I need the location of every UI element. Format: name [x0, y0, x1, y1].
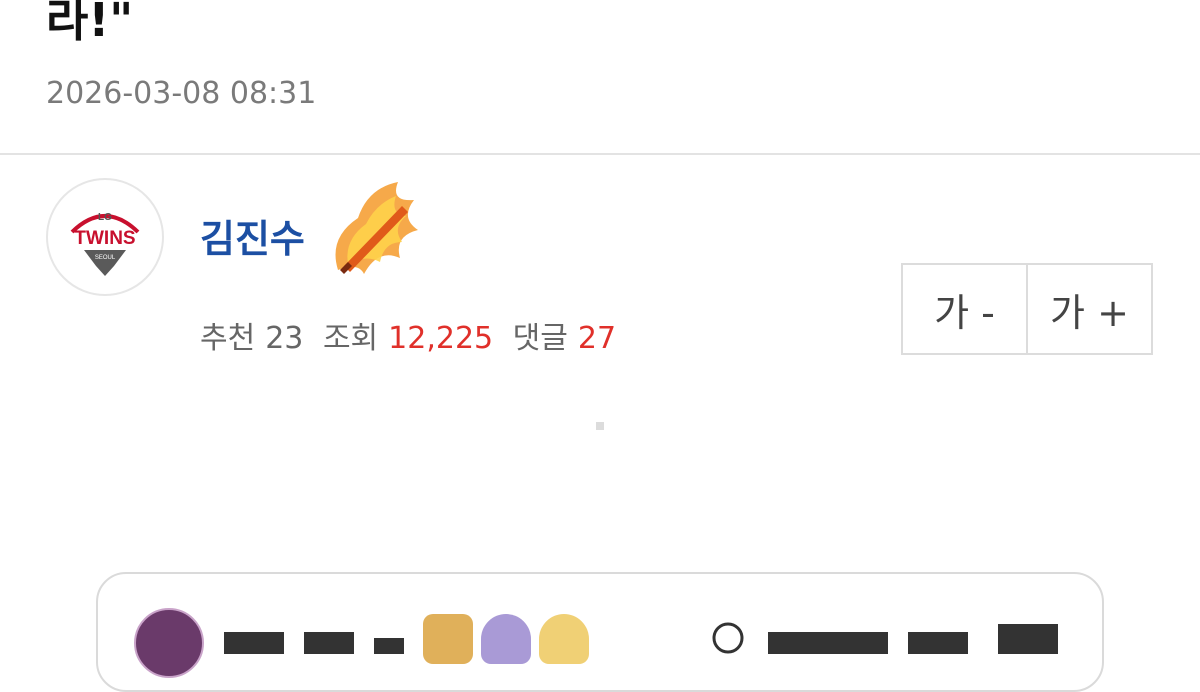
post-stats: 추천 23 조회 12,225 댓글 27 [200, 317, 626, 361]
article-datetime: 2026-03-08 08:31 [46, 76, 317, 111]
logo-sub-text: SEOUL [95, 255, 116, 261]
comments-count[interactable]: 27 [578, 321, 616, 356]
card-author-name [224, 614, 424, 654]
avatar[interactable]: LG TWINS SEOUL [46, 178, 164, 296]
font-decrease-button[interactable]: 가 - [903, 265, 1026, 353]
embedded-post-card[interactable] [96, 572, 1104, 692]
divider [0, 153, 1200, 155]
comments-label: 댓글 [512, 321, 568, 356]
recommend-count: 23 [265, 321, 304, 356]
article-title: 라!" [46, 0, 134, 47]
views-count: 12,225 [388, 321, 494, 356]
card-avatar[interactable] [134, 608, 204, 678]
font-increase-button[interactable]: 가 + [1026, 265, 1151, 353]
views-label: 조회 [322, 321, 379, 356]
font-size-controls: 가 - 가 + [901, 263, 1153, 355]
loading-dot [596, 422, 604, 430]
logo-twins-text: TWINS [74, 228, 135, 249]
card-meta [708, 614, 1088, 663]
author-name[interactable]: 김진수 [200, 214, 305, 264]
heart-yellow-icon [539, 614, 589, 664]
logo-lg-text: LG [98, 212, 112, 223]
heart-purple-icon [481, 614, 531, 664]
flaming-bat-icon [318, 178, 428, 288]
tiger-icon [423, 614, 473, 664]
lg-twins-logo-icon: LG TWINS SEOUL [70, 212, 140, 276]
recommend-label: 추천 [200, 321, 256, 356]
